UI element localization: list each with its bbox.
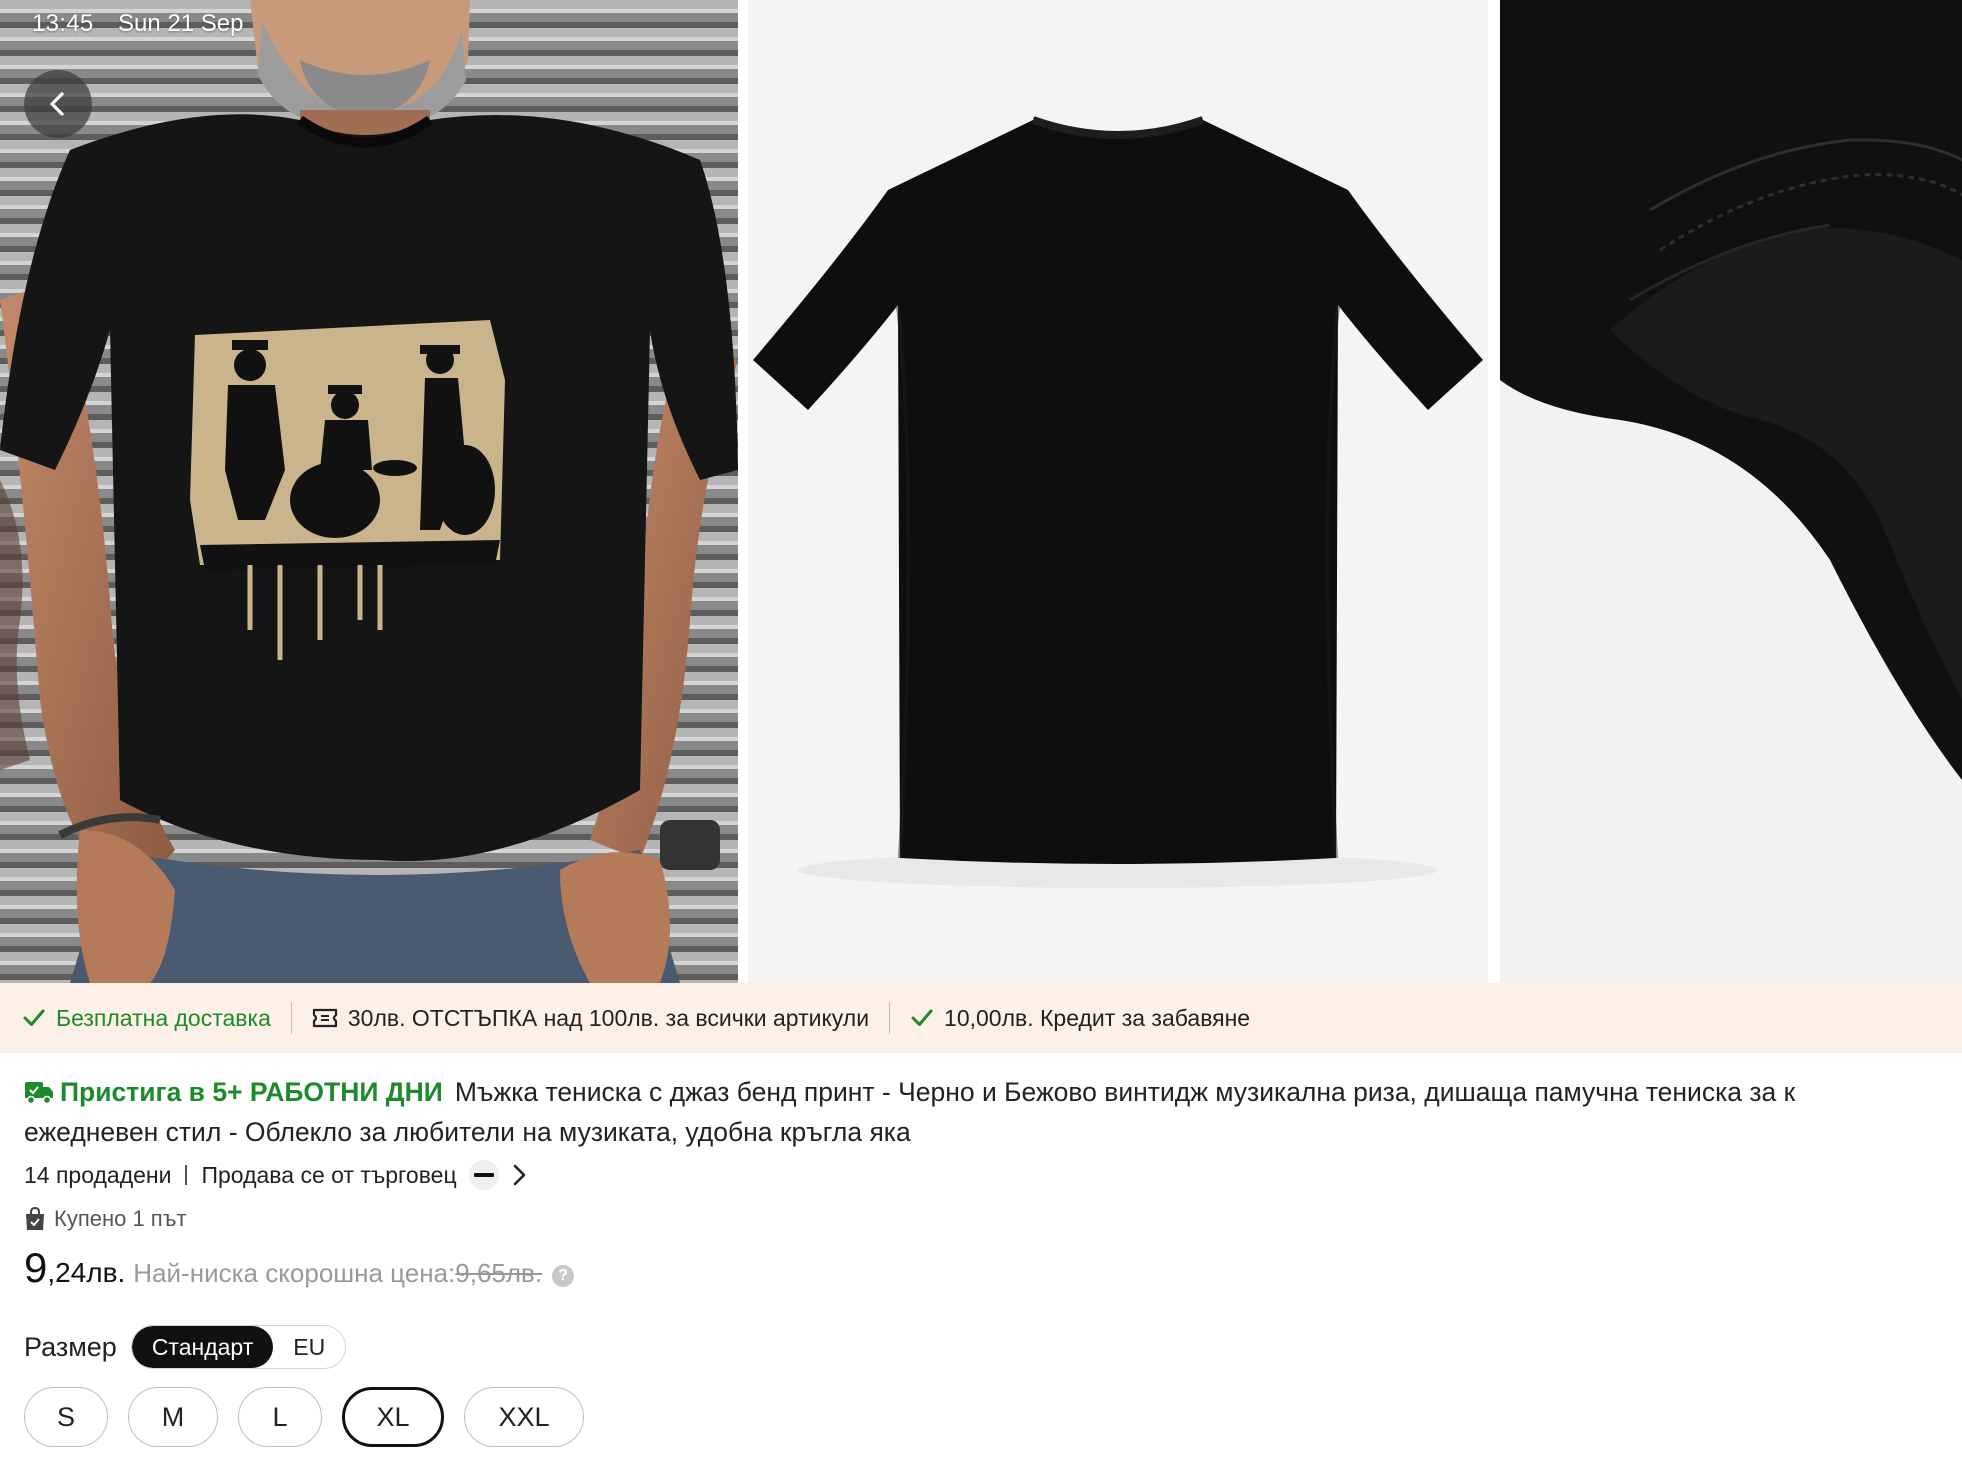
meta-divider — [185, 1165, 188, 1185]
size-label: Размер — [24, 1331, 117, 1362]
size-standard-toggle[interactable]: Стандарт EU — [130, 1325, 347, 1369]
promo-banner[interactable]: Безплатна доставка 30лв. ОТСТЪПКА над 10… — [0, 983, 1962, 1053]
arrival-label: Пристига в 5+ РАБОТНИ ДНИ — [60, 1077, 443, 1107]
chevron-right-icon — [513, 1164, 525, 1186]
tshirt-back-photo — [748, 0, 1488, 983]
product-title: Пристига в 5+ РАБОТНИ ДНИ Мъжка тениска … — [24, 1072, 1962, 1152]
price-currency: лв. — [86, 1257, 126, 1288]
seller-logo[interactable] — [468, 1160, 499, 1190]
size-selector-header: Размер Стандарт EU — [24, 1325, 347, 1369]
check-icon — [23, 1009, 45, 1026]
gallery-image-detail[interactable] — [1500, 0, 1962, 983]
status-date: Sun 21 Sep — [118, 10, 244, 37]
promo-divider — [290, 1002, 292, 1034]
delay-credit-badge[interactable]: 10,00лв. Кредит за забавяне — [910, 1005, 1250, 1032]
gallery-image-model[interactable]: 13:45 Sun 21 Sep — [0, 0, 738, 983]
lowest-price-value: 9,65лв. — [455, 1258, 543, 1288]
size-option-xxl[interactable]: XXL — [464, 1387, 584, 1447]
size-option-l[interactable]: L — [238, 1387, 322, 1447]
free-delivery-label: Безплатна доставка — [56, 1004, 271, 1031]
size-option-xl[interactable]: XL — [342, 1387, 444, 1447]
size-standard-eu[interactable]: EU — [273, 1326, 345, 1368]
sold-count: 14 продадени — [24, 1161, 172, 1188]
delivery-truck-icon — [25, 1082, 53, 1105]
gallery-image-back[interactable] — [748, 0, 1488, 983]
product-title-line-1: Мъжка тениска с джаз бенд принт - Черно … — [454, 1077, 1796, 1107]
seller-logo-icon — [473, 1173, 494, 1177]
product-title-line-2: ежедневен стил - Облекло за любители на … — [24, 1117, 911, 1147]
help-icon[interactable]: ? — [552, 1265, 575, 1287]
discount-badge[interactable]: 30лв. ОТСТЪПКА над 100лв. за всички арти… — [312, 1005, 869, 1032]
promo-divider — [889, 1002, 891, 1034]
purchase-history: Купено 1 път — [24, 1206, 187, 1232]
status-time: 13:45 — [32, 10, 94, 37]
chevron-left-icon — [50, 92, 64, 116]
shopping-bag-icon — [26, 1207, 44, 1230]
size-options: S M L XL XXL — [24, 1387, 584, 1447]
seller-link[interactable] — [511, 1163, 527, 1187]
coupon-icon — [312, 1008, 337, 1028]
arrival-estimate: Пристига в 5+ РАБОТНИ ДНИ — [24, 1072, 443, 1112]
size-option-m[interactable]: M — [128, 1387, 218, 1447]
back-button[interactable] — [24, 70, 92, 138]
product-meta: 14 продадени Продава се от търговец — [24, 1160, 527, 1190]
check-icon — [911, 1009, 933, 1026]
price-whole: 9 — [24, 1244, 48, 1291]
sold-by-label: Продава се от търговец — [201, 1161, 457, 1188]
price-row: 9 ,24 лв. Най-ниска скорошна цена: 9,65л… — [24, 1244, 575, 1292]
fabric-detail-photo — [1500, 0, 1962, 983]
bought-count: Купено 1 път — [54, 1206, 187, 1231]
size-standard-default[interactable]: Стандарт — [131, 1326, 274, 1368]
size-option-s[interactable]: S — [24, 1387, 108, 1447]
product-image-gallery[interactable]: 13:45 Sun 21 Sep — [0, 0, 1962, 983]
discount-label: 30лв. ОТСТЪПКА над 100лв. за всички арти… — [347, 1004, 870, 1031]
delay-credit-label: 10,00лв. Кредит за забавяне — [944, 1004, 1251, 1031]
model-wearing-tshirt-photo — [0, 0, 738, 983]
lowest-price-label: Най-ниска скорошна цена: — [133, 1258, 456, 1288]
price-cents: ,24 — [47, 1257, 87, 1288]
free-delivery-badge[interactable]: Безплатна доставка — [22, 1005, 271, 1032]
